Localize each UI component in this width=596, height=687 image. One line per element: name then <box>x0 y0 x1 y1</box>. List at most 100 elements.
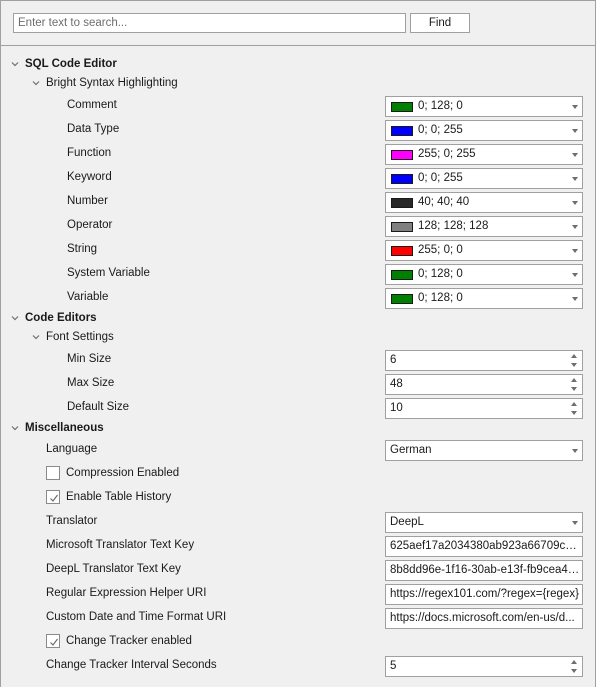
input-value: 8b8dd96e-1f16-30ab-e13f-fb9cea48... <box>390 564 580 576</box>
dropdown-arrow-icon[interactable] <box>572 521 578 525</box>
regex-helper-uri-input[interactable]: https://regex101.com/?regex={regex} <box>385 584 583 605</box>
property-label: DeepL Translator Text Key <box>46 563 181 575</box>
find-button[interactable]: Find <box>410 13 470 33</box>
number-spinner[interactable]: 10 <box>385 398 583 419</box>
compression-enabled-checkbox[interactable] <box>46 466 60 480</box>
color-swatch <box>391 150 413 160</box>
property-language: Language German <box>0 440 596 462</box>
color-value: 0; 128; 0 <box>418 268 463 280</box>
group-font-settings[interactable]: Font Settings <box>0 328 596 350</box>
color-picker-dropdown[interactable]: 0; 128; 0 <box>385 288 583 309</box>
property-color-row: Function 255; 0; 255 <box>0 144 596 166</box>
dropdown-arrow-icon[interactable] <box>572 249 578 253</box>
checkmark-icon <box>50 494 58 502</box>
spin-up-icon[interactable] <box>571 660 577 664</box>
color-swatch <box>391 222 413 232</box>
dropdown-arrow-icon[interactable] <box>572 297 578 301</box>
spin-down-icon[interactable] <box>571 387 577 391</box>
dropdown-arrow-icon[interactable] <box>572 105 578 109</box>
chevron-down-icon[interactable] <box>31 332 41 342</box>
color-swatch <box>391 246 413 256</box>
property-label: Custom Date and Time Format URI <box>46 611 227 623</box>
property-color-row: Number 40; 40; 40 <box>0 192 596 214</box>
search-bar: Find <box>0 0 596 46</box>
change-tracker-enabled-checkbox[interactable] <box>46 634 60 648</box>
enable-table-history-checkbox[interactable] <box>46 490 60 504</box>
category-miscellaneous[interactable]: Miscellaneous <box>0 419 596 441</box>
search-input[interactable] <box>13 13 406 33</box>
group-title: Font Settings <box>46 331 114 343</box>
microsoft-translator-key-input[interactable]: 625aef17a2034380ab923a66709c1734 <box>385 536 583 557</box>
spin-up-icon[interactable] <box>571 354 577 358</box>
spin-up-icon[interactable] <box>571 402 577 406</box>
property-label: Regular Expression Helper URI <box>46 587 207 599</box>
dropdown-arrow-icon[interactable] <box>572 153 578 157</box>
checkbox-label[interactable]: Compression Enabled <box>66 467 179 479</box>
color-picker-dropdown[interactable]: 128; 128; 128 <box>385 216 583 237</box>
property-label: Comment <box>67 99 117 111</box>
color-picker-dropdown[interactable]: 255; 0; 255 <box>385 144 583 165</box>
color-value: 0; 128; 0 <box>418 100 463 112</box>
spinner-value: 6 <box>390 354 397 366</box>
property-font-size-row: Default Size 10 <box>0 398 596 420</box>
property-label: Keyword <box>67 171 112 183</box>
property-color-row: Keyword 0; 0; 255 <box>0 168 596 190</box>
color-value: 40; 40; 40 <box>418 196 470 208</box>
color-picker-dropdown[interactable]: 0; 0; 255 <box>385 120 583 141</box>
chevron-down-icon[interactable] <box>10 59 20 69</box>
change-tracker-interval-spinner[interactable]: 5 <box>385 656 583 677</box>
property-label: Translator <box>46 515 98 527</box>
color-swatch <box>391 198 413 208</box>
dropdown-arrow-icon[interactable] <box>572 273 578 277</box>
property-microsoft-translator-key: Microsoft Translator Text Key 625aef17a2… <box>0 536 596 558</box>
property-label: Min Size <box>67 353 112 365</box>
chevron-down-icon[interactable] <box>10 423 20 433</box>
spinner-buttons[interactable] <box>570 353 579 368</box>
chevron-down-icon[interactable] <box>31 78 41 88</box>
dropdown-arrow-icon[interactable] <box>572 129 578 133</box>
dropdown-arrow-icon[interactable] <box>572 177 578 181</box>
property-label: Function <box>67 147 112 159</box>
group-bright-syntax-highlighting[interactable]: Bright Syntax Highlighting <box>0 74 596 96</box>
property-color-row: Operator 128; 128; 128 <box>0 216 596 238</box>
color-picker-dropdown[interactable]: 0; 0; 255 <box>385 168 583 189</box>
spin-up-icon[interactable] <box>571 378 577 382</box>
date-format-uri-input[interactable]: https://docs.microsoft.com/en-us/d... <box>385 608 583 629</box>
dropdown-arrow-icon[interactable] <box>572 449 578 453</box>
spin-down-icon[interactable] <box>571 669 577 673</box>
color-value: 255; 0; 0 <box>418 244 463 256</box>
dropdown-value: German <box>390 444 432 456</box>
color-picker-dropdown[interactable]: 40; 40; 40 <box>385 192 583 213</box>
spinner-buttons[interactable] <box>570 377 579 392</box>
property-label: Variable <box>67 291 109 303</box>
chevron-down-icon[interactable] <box>10 313 20 323</box>
property-label: Max Size <box>67 377 115 389</box>
language-dropdown[interactable]: German <box>385 440 583 461</box>
dropdown-value: DeepL <box>390 516 424 528</box>
property-change-tracker-enabled: Change Tracker enabled <box>0 632 596 654</box>
number-spinner[interactable]: 48 <box>385 374 583 395</box>
property-change-tracker-interval: Change Tracker Interval Seconds 5 <box>0 656 596 678</box>
property-translator: Translator DeepL <box>0 512 596 534</box>
number-spinner[interactable]: 6 <box>385 350 583 371</box>
spin-down-icon[interactable] <box>571 363 577 367</box>
color-picker-dropdown[interactable]: 0; 128; 0 <box>385 96 583 117</box>
color-swatch <box>391 126 413 136</box>
dropdown-arrow-icon[interactable] <box>572 201 578 205</box>
color-swatch <box>391 174 413 184</box>
dropdown-arrow-icon[interactable] <box>572 225 578 229</box>
color-swatch <box>391 270 413 280</box>
property-font-size-row: Max Size 48 <box>0 374 596 396</box>
spinner-buttons[interactable] <box>570 401 579 416</box>
spinner-value: 48 <box>390 378 403 390</box>
spinner-buttons[interactable] <box>570 659 579 674</box>
property-label: Operator <box>67 219 113 231</box>
color-picker-dropdown[interactable]: 0; 128; 0 <box>385 264 583 285</box>
deepl-translator-key-input[interactable]: 8b8dd96e-1f16-30ab-e13f-fb9cea48... <box>385 560 583 581</box>
property-color-row: String 255; 0; 0 <box>0 240 596 262</box>
checkbox-label[interactable]: Change Tracker enabled <box>66 635 192 647</box>
color-picker-dropdown[interactable]: 255; 0; 0 <box>385 240 583 261</box>
checkbox-label[interactable]: Enable Table History <box>66 491 171 503</box>
spin-down-icon[interactable] <box>571 411 577 415</box>
translator-dropdown[interactable]: DeepL <box>385 512 583 533</box>
